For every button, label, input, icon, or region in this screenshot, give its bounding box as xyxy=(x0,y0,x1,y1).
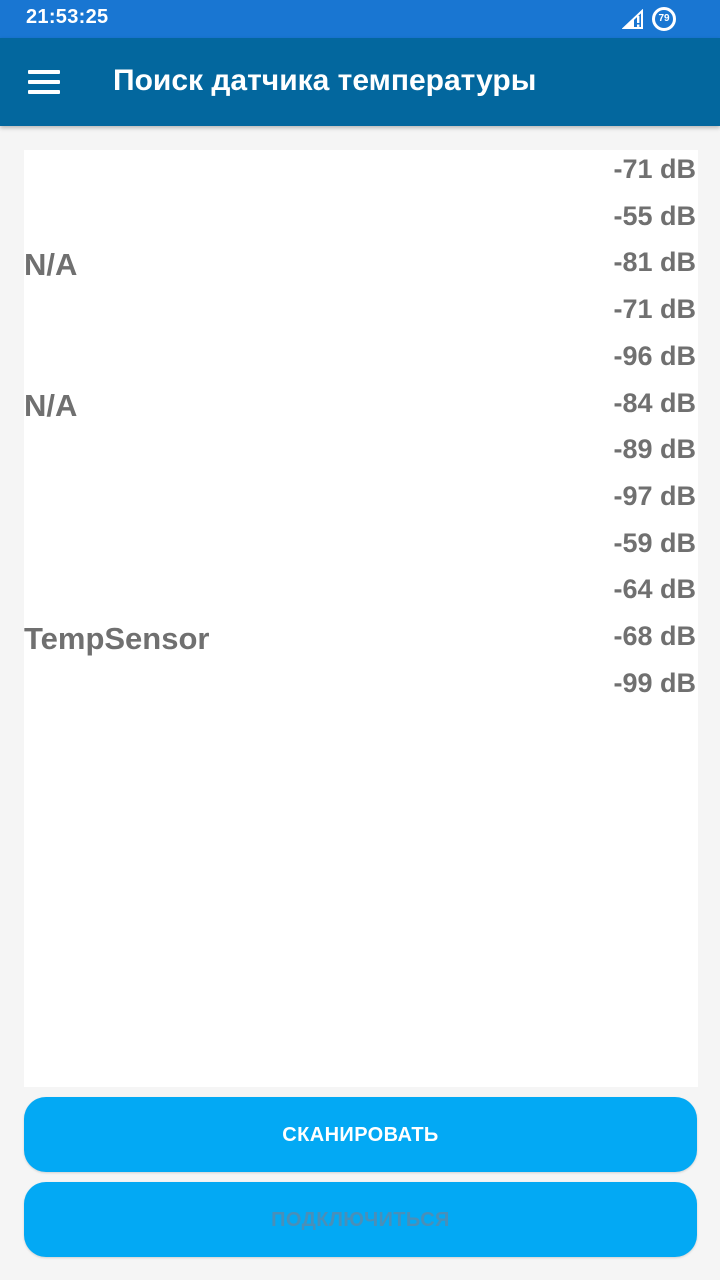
menu-icon xyxy=(28,70,60,74)
device-row[interactable]: -96 dB xyxy=(24,337,698,383)
device-rssi: -89 dB xyxy=(613,434,696,465)
device-row[interactable]: -71 dB xyxy=(24,290,698,336)
connect-button[interactable]: ПОДКЛЮЧИТЬСЯ xyxy=(24,1182,697,1257)
scan-button[interactable]: СКАНИРОВАТЬ xyxy=(24,1097,697,1172)
device-rssi: -68 dB xyxy=(613,621,696,651)
menu-button[interactable] xyxy=(16,58,72,106)
device-rssi: -84 dB xyxy=(613,387,696,418)
device-row[interactable]: -89 dB xyxy=(24,430,698,476)
device-row[interactable]: N/A -81 dB xyxy=(24,243,698,289)
page-title: Поиск датчика температуры xyxy=(113,64,537,97)
device-row[interactable]: -71 dB xyxy=(24,150,698,196)
device-rssi: -96 dB xyxy=(613,340,696,371)
device-rssi: -55 dB xyxy=(613,200,696,231)
device-rssi: -71 dB xyxy=(613,154,696,184)
device-list[interactable]: -71 dB -55 dB N/A -81 dB -71 dB -96 dB N/A -84 … xyxy=(24,150,698,1087)
device-rssi: -99 dB xyxy=(613,667,696,698)
signal-icon xyxy=(622,9,643,29)
status-bar: 21:53:25 79 xyxy=(0,0,720,38)
device-rssi: -81 dB xyxy=(613,247,696,278)
device-row[interactable]: TempSensor -68 dB xyxy=(24,617,698,663)
device-rssi: -97 dB xyxy=(613,480,696,511)
device-row[interactable]: -97 dB xyxy=(24,477,698,523)
device-rssi: -71 dB xyxy=(613,294,696,325)
status-time: 21:53:25 xyxy=(26,6,109,28)
device-name: TempSensor xyxy=(24,621,210,656)
app-bar: Поиск датчика температуры xyxy=(0,38,720,126)
device-row[interactable]: N/A -84 dB xyxy=(24,384,698,430)
device-row[interactable]: -55 dB xyxy=(24,197,698,243)
battery-icon: 79 xyxy=(652,7,676,31)
device-row[interactable]: -64 dB xyxy=(24,570,698,616)
device-rssi: -59 dB xyxy=(613,527,696,558)
device-rssi: -64 dB xyxy=(613,574,696,605)
device-row[interactable]: -59 dB xyxy=(24,524,698,570)
device-name: N/A xyxy=(24,387,78,423)
device-row[interactable]: -99 dB xyxy=(24,664,698,710)
device-name: N/A xyxy=(24,247,78,283)
